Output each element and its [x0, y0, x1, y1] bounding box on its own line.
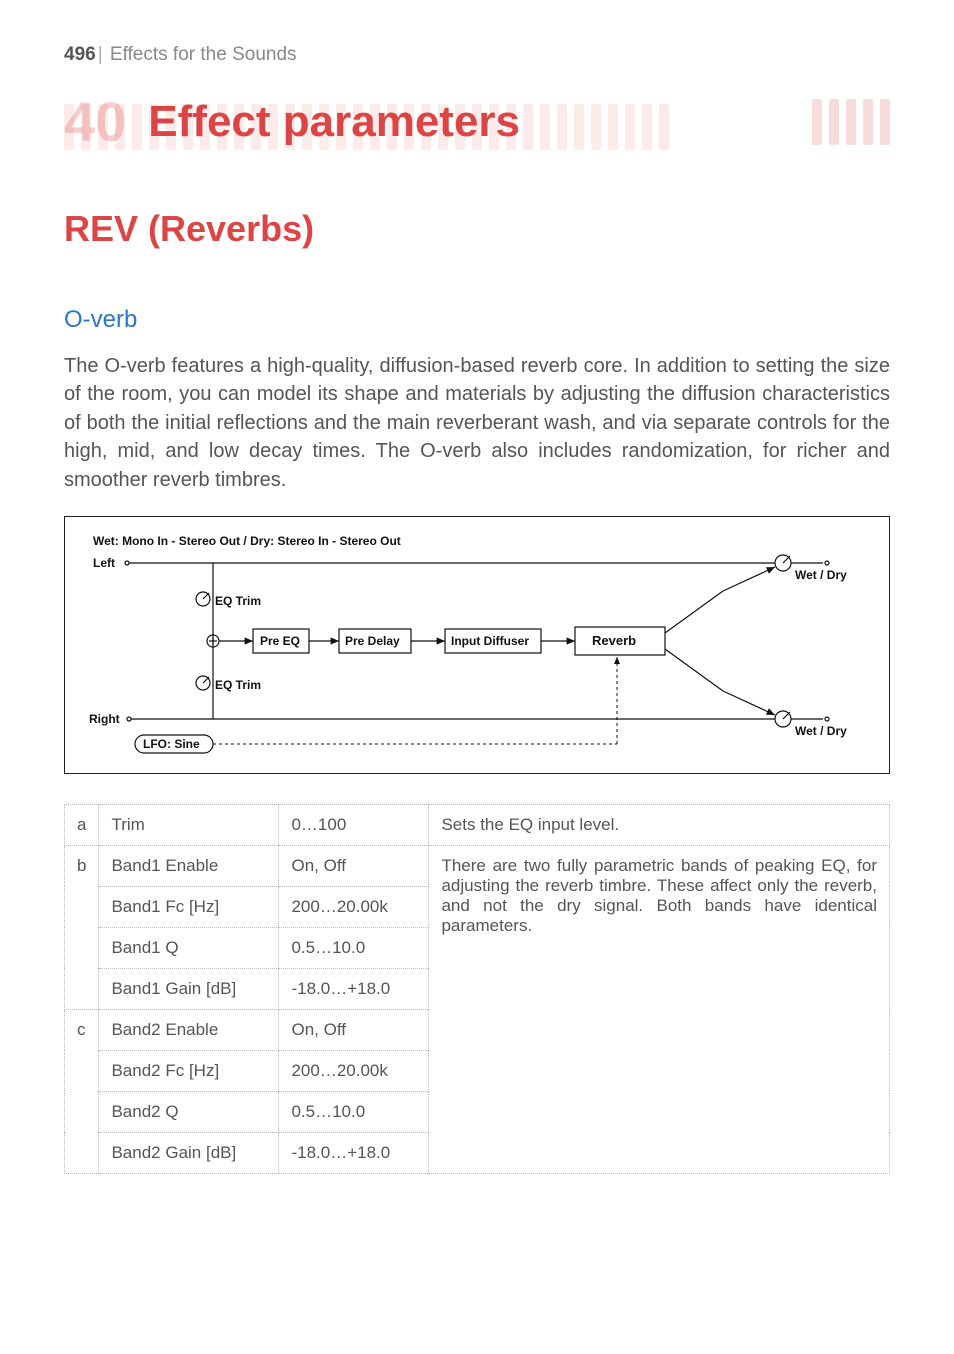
header-section: Effects for the Sounds — [110, 44, 297, 65]
row-name: Band2 Fc [Hz] — [99, 1050, 279, 1091]
diagram-right-label: Right — [89, 712, 120, 726]
row-desc: Sets the EQ input level. — [429, 804, 890, 845]
section-heading: REV (Reverbs) — [64, 208, 890, 250]
sub-heading: O-verb — [64, 306, 890, 334]
row-desc: There are two fully parametric bands of … — [429, 845, 890, 1173]
diagram-reverb: Reverb — [592, 633, 636, 648]
row-range: On, Off — [279, 1009, 429, 1050]
header-separator: | — [98, 44, 103, 65]
row-name: Trim — [99, 804, 279, 845]
chapter-number: 40 — [64, 94, 126, 150]
diagram-eq-trim-top: EQ Trim — [215, 594, 261, 608]
row-range: On, Off — [279, 845, 429, 886]
diagram-left-label: Left — [93, 556, 115, 570]
signal-flow-diagram: .lbl { font: 12px Arial; fill: #111; } .… — [64, 516, 890, 774]
decorative-bars-right — [812, 99, 890, 145]
diagram-lfo: LFO: Sine — [143, 737, 200, 751]
row-range: 0.5…10.0 — [279, 927, 429, 968]
body-paragraph: The O-verb features a high-quality, diff… — [64, 352, 890, 494]
row-key: c — [65, 1009, 99, 1173]
diagram-wet-dry-top: Wet / Dry — [795, 568, 847, 582]
diagram-pre-eq: Pre EQ — [260, 634, 300, 648]
chapter-heading-row: 40 Effect parameters — [64, 94, 890, 150]
row-name: Band1 Q — [99, 927, 279, 968]
diagram-input-diffuser: Input Diffuser — [451, 634, 529, 648]
running-header: 496| Effects for the Sounds — [64, 44, 890, 66]
table-row: b Band1 Enable On, Off There are two ful… — [65, 845, 890, 886]
row-range: 0…100 — [279, 804, 429, 845]
row-key: b — [65, 845, 99, 1009]
row-range: -18.0…+18.0 — [279, 968, 429, 1009]
row-range: 200…20.00k — [279, 886, 429, 927]
row-range: 200…20.00k — [279, 1050, 429, 1091]
parameter-table: a Trim 0…100 Sets the EQ input level. b … — [64, 804, 890, 1174]
row-name: Band2 Enable — [99, 1009, 279, 1050]
diagram-pre-delay: Pre Delay — [345, 634, 400, 648]
row-key: a — [65, 804, 99, 845]
diagram-caption: Wet: Mono In - Stereo Out / Dry: Stereo … — [93, 534, 401, 548]
diagram-wet-dry-bottom: Wet / Dry — [795, 724, 847, 738]
row-name: Band1 Gain [dB] — [99, 968, 279, 1009]
row-name: Band1 Enable — [99, 845, 279, 886]
row-name: Band2 Q — [99, 1091, 279, 1132]
row-name: Band1 Fc [Hz] — [99, 886, 279, 927]
row-range: 0.5…10.0 — [279, 1091, 429, 1132]
diagram-eq-trim-bottom: EQ Trim — [215, 678, 261, 692]
row-range: -18.0…+18.0 — [279, 1132, 429, 1173]
chapter-title: Effect parameters — [148, 100, 520, 144]
page-number: 496 — [64, 44, 96, 65]
row-name: Band2 Gain [dB] — [99, 1132, 279, 1173]
table-row: a Trim 0…100 Sets the EQ input level. — [65, 804, 890, 845]
